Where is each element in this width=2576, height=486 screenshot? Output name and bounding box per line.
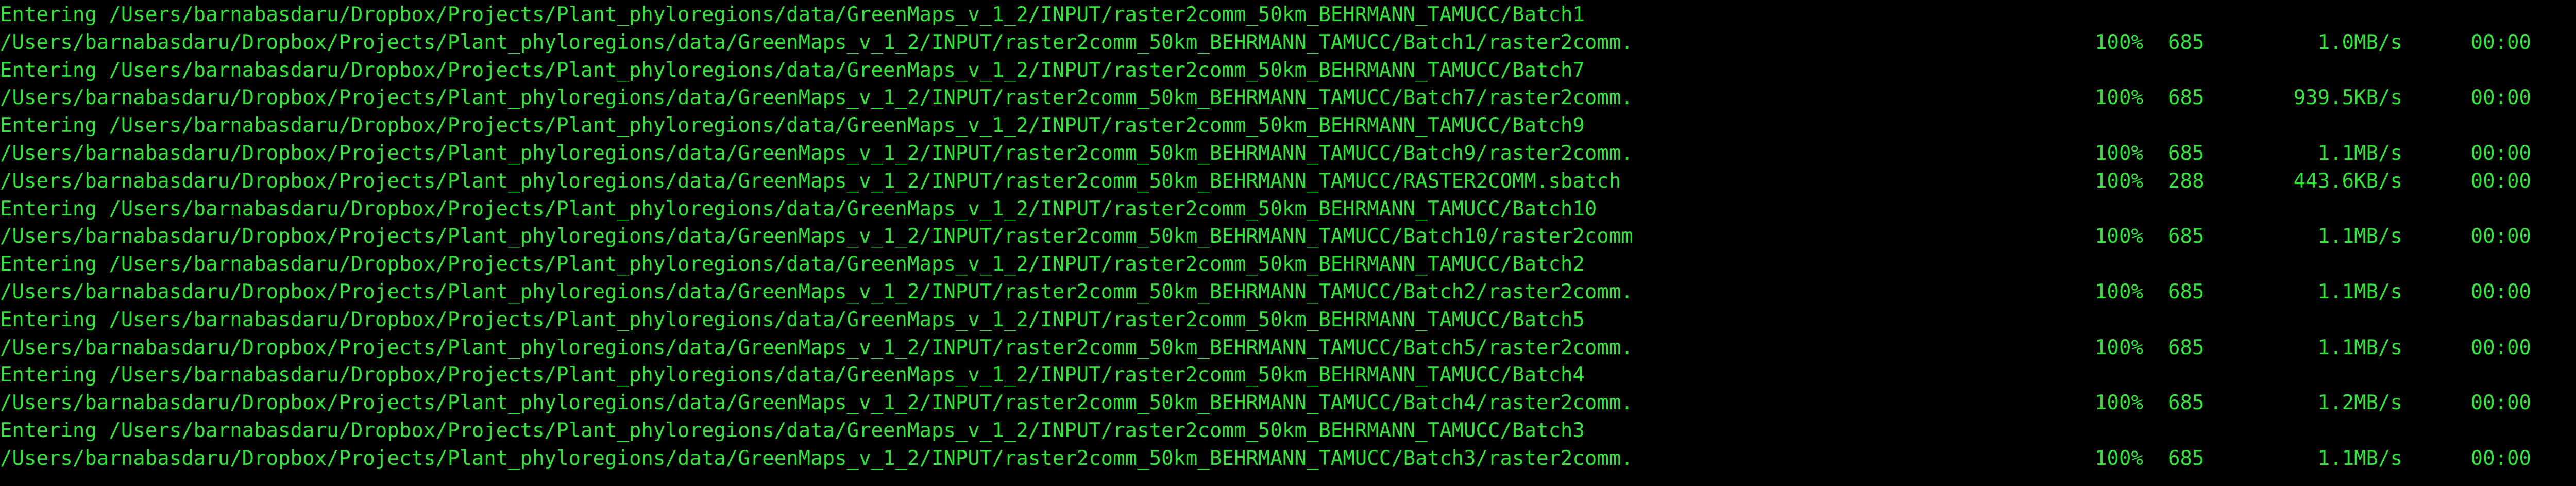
transfer-eta: 00:00	[2470, 86, 2531, 110]
transfer-percent: 100%	[2095, 280, 2143, 304]
transfer-size: 288	[2168, 169, 2205, 193]
transfer-rate: 1.1MB/s	[2317, 225, 2402, 248]
terminal-line-entering: Entering /Users/barnabasdaru/Dropbox/Pro…	[0, 195, 2576, 223]
transfer-percent: 100%	[2095, 141, 2143, 165]
terminal-line-entering: Entering /Users/barnabasdaru/Dropbox/Pro…	[0, 112, 2576, 140]
transfer-eta: 00:00	[2470, 336, 2531, 359]
transfer-eta: 00:00	[2470, 30, 2531, 54]
transfer-rate: 939.5KB/s	[2293, 86, 2402, 110]
entering-text: Entering /Users/barnabasdaru/Dropbox/Pro…	[0, 114, 1585, 138]
transfer-size: 685	[2168, 446, 2205, 470]
entering-text: Entering /Users/barnabasdaru/Dropbox/Pro…	[0, 253, 1585, 276]
transfer-path: /Users/barnabasdaru/Dropbox/Projects/Pla…	[0, 446, 1633, 470]
terminal-line-entering: Entering /Users/barnabasdaru/Dropbox/Pro…	[0, 417, 2576, 445]
transfer-rate: 1.1MB/s	[2317, 446, 2402, 470]
transfer-rate: 1.0MB/s	[2317, 30, 2402, 54]
transfer-path: /Users/barnabasdaru/Dropbox/Projects/Pla…	[0, 169, 1621, 193]
transfer-rate: 1.1MB/s	[2317, 280, 2402, 304]
entering-text: Entering /Users/barnabasdaru/Dropbox/Pro…	[0, 3, 1585, 26]
terminal-line-transfer: /Users/barnabasdaru/Dropbox/Projects/Pla…	[0, 167, 2576, 195]
transfer-percent: 100%	[2095, 86, 2143, 110]
terminal-line-transfer: /Users/barnabasdaru/Dropbox/Projects/Pla…	[0, 334, 2576, 362]
transfer-size: 685	[2168, 336, 2205, 359]
transfer-rate: 1.2MB/s	[2317, 391, 2402, 415]
transfer-path: /Users/barnabasdaru/Dropbox/Projects/Pla…	[0, 86, 1633, 110]
transfer-rate: 1.1MB/s	[2317, 141, 2402, 165]
terminal-line-transfer: /Users/barnabasdaru/Dropbox/Projects/Pla…	[0, 389, 2576, 417]
transfer-size: 685	[2168, 391, 2205, 415]
transfer-size: 685	[2168, 86, 2205, 110]
transfer-size: 685	[2168, 141, 2205, 165]
entering-text: Entering /Users/barnabasdaru/Dropbox/Pro…	[0, 363, 1585, 387]
terminal-output[interactable]: Entering /Users/barnabasdaru/Dropbox/Pro…	[0, 0, 2576, 486]
transfer-percent: 100%	[2095, 169, 2143, 193]
terminal-line-entering: Entering /Users/barnabasdaru/Dropbox/Pro…	[0, 361, 2576, 389]
entering-text: Entering /Users/barnabasdaru/Dropbox/Pro…	[0, 308, 1585, 331]
transfer-rate: 1.1MB/s	[2317, 336, 2402, 359]
transfer-percent: 100%	[2095, 446, 2143, 470]
entering-text: Entering /Users/barnabasdaru/Dropbox/Pro…	[0, 418, 1585, 442]
transfer-eta: 00:00	[2470, 391, 2531, 415]
transfer-size: 685	[2168, 30, 2205, 54]
transfer-path: /Users/barnabasdaru/Dropbox/Projects/Pla…	[0, 30, 1633, 54]
terminal-line-transfer: /Users/barnabasdaru/Dropbox/Projects/Pla…	[0, 84, 2576, 112]
transfer-percent: 100%	[2095, 336, 2143, 359]
transfer-path: /Users/barnabasdaru/Dropbox/Projects/Pla…	[0, 391, 1633, 415]
terminal-line-transfer: /Users/barnabasdaru/Dropbox/Projects/Pla…	[0, 445, 2576, 473]
transfer-size: 685	[2168, 280, 2205, 304]
transfer-eta: 00:00	[2470, 225, 2531, 248]
terminal-line-transfer: /Users/barnabasdaru/Dropbox/Projects/Pla…	[0, 140, 2576, 167]
transfer-eta: 00:00	[2470, 280, 2531, 304]
terminal-line-transfer: /Users/barnabasdaru/Dropbox/Projects/Pla…	[0, 223, 2576, 250]
terminal-line-entering: Entering /Users/barnabasdaru/Dropbox/Pro…	[0, 306, 2576, 334]
transfer-percent: 100%	[2095, 391, 2143, 415]
terminal-line-transfer: /Users/barnabasdaru/Dropbox/Projects/Pla…	[0, 29, 2576, 57]
transfer-eta: 00:00	[2470, 169, 2531, 193]
terminal-line-entering: Entering /Users/barnabasdaru/Dropbox/Pro…	[0, 57, 2576, 85]
transfer-size: 685	[2168, 225, 2205, 248]
entering-text: Entering /Users/barnabasdaru/Dropbox/Pro…	[0, 58, 1585, 82]
terminal-line-transfer: /Users/barnabasdaru/Dropbox/Projects/Pla…	[0, 278, 2576, 306]
transfer-eta: 00:00	[2470, 141, 2531, 165]
transfer-path: /Users/barnabasdaru/Dropbox/Projects/Pla…	[0, 280, 1633, 304]
transfer-rate: 443.6KB/s	[2293, 169, 2402, 193]
transfer-percent: 100%	[2095, 30, 2143, 54]
transfer-path: /Users/barnabasdaru/Dropbox/Projects/Pla…	[0, 336, 1633, 359]
transfer-percent: 100%	[2095, 225, 2143, 248]
transfer-path: /Users/barnabasdaru/Dropbox/Projects/Pla…	[0, 225, 1633, 248]
entering-text: Entering /Users/barnabasdaru/Dropbox/Pro…	[0, 197, 1597, 221]
terminal-line-entering: Entering /Users/barnabasdaru/Dropbox/Pro…	[0, 250, 2576, 278]
transfer-eta: 00:00	[2470, 446, 2531, 470]
transfer-path: /Users/barnabasdaru/Dropbox/Projects/Pla…	[0, 141, 1633, 165]
terminal-line-entering: Entering /Users/barnabasdaru/Dropbox/Pro…	[0, 1, 2576, 29]
